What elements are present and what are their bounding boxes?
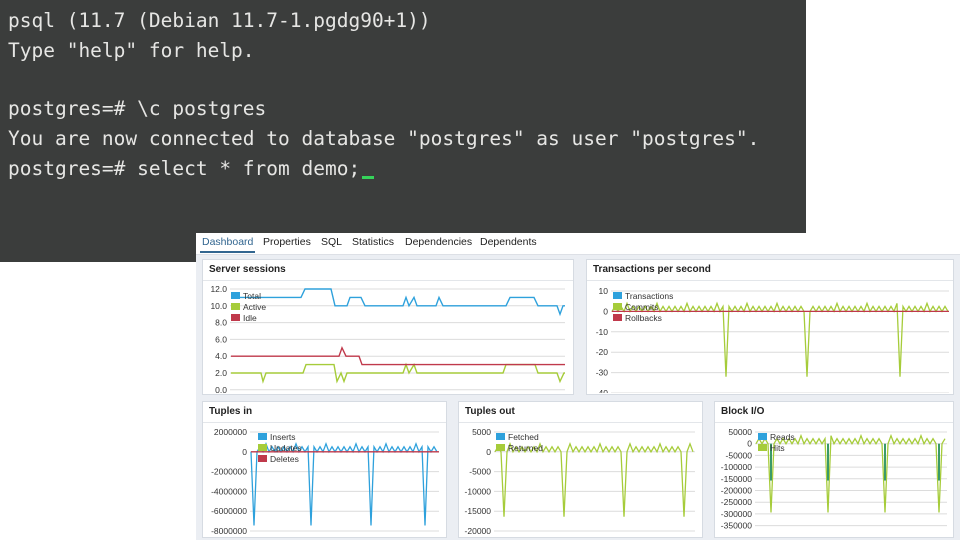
series-primary-line (494, 441, 694, 517)
chart-canvas: 2000000 0 -2000000 -4000000 -6000000 -8000000… (211, 427, 439, 536)
legend-swatch (758, 433, 767, 440)
y-tick-label: 10.0 (210, 301, 227, 311)
y-tick-label: 6.0 (215, 334, 227, 344)
transactions-per-second-card: Transactions per second 10 0 -10 -20 -30 -40 T… (586, 259, 954, 395)
y-tick-label: 12.0 (210, 284, 227, 294)
series-total-line (231, 288, 565, 317)
terminal-line-version: psql (11.7 (Debian 11.7-1.pgdg90+1)) (8, 9, 431, 32)
legend-swatch (231, 314, 240, 321)
legend-label: Reads (770, 432, 795, 442)
y-tick-label: 2000000 (214, 427, 247, 437)
y-tick-label: -20000 (465, 526, 492, 536)
card-title: Block I/O (721, 406, 765, 417)
legend-swatch (231, 303, 240, 310)
legend-label: Idle (243, 313, 257, 323)
terminal-line-help: Type "help" for help. (8, 39, 255, 62)
tab-bar: Dashboard Properties SQL Statistics Depe… (196, 233, 960, 255)
terminal-line-connect-command: postgres=# \c postgres (8, 97, 267, 120)
block-io-card: Block I/O 50000 0 -50000 -100000 -150000 -200… (714, 401, 954, 538)
y-tick-label: 50000 (728, 427, 752, 437)
y-tick-label: -250000 (721, 497, 752, 507)
legend-label: Hits (770, 443, 785, 453)
tab-properties[interactable]: Properties (263, 236, 311, 248)
pgadmin-dashboard-panel: Dashboard Properties SQL Statistics Depe… (196, 233, 960, 540)
y-tick-label: -5000 (469, 467, 491, 477)
y-tick-label: 0 (603, 306, 608, 316)
y-tick-label: -10000 (465, 486, 492, 496)
y-tick-label: 8.0 (215, 318, 227, 328)
tab-dashboard[interactable]: Dashboard (199, 236, 256, 253)
legend-swatch (258, 433, 267, 440)
y-tick-label: 2.0 (215, 368, 227, 378)
chart-canvas: 5000 0 -5000 -10000 -15000 -20000 FetchedRetur… (465, 427, 695, 536)
legend-label: Active (243, 302, 266, 312)
server-sessions-card: Server sessions 12.0 10.0 8.0 6.0 4.0 2.0 0.0 T… (202, 259, 574, 395)
card-title: Tuples out (465, 406, 515, 417)
series-primary-line (611, 301, 949, 377)
psql-terminal[interactable]: psql (11.7 (Debian 11.7-1.pgdg90+1)) Typ… (0, 0, 806, 262)
card-title: Transactions per second (593, 264, 711, 275)
y-tick-label: 10 (599, 286, 609, 296)
legend-label: Updates (270, 443, 302, 453)
card-title: Server sessions (209, 264, 286, 275)
y-tick-label: -350000 (721, 521, 752, 531)
y-tick-label: -4000000 (211, 486, 247, 496)
y-tick-label: -20 (596, 347, 609, 357)
legend-label: Total (243, 291, 261, 301)
y-tick-label: 5000 (472, 427, 491, 437)
tuples-in-card: Tuples in 2000000 0 -2000000 -4000000 -60000… (202, 401, 447, 538)
legend-label: Transactions (625, 291, 673, 301)
y-tick-label: -2000000 (211, 467, 247, 477)
y-tick-label: -300000 (721, 509, 752, 519)
legend-label: Deletes (270, 454, 299, 464)
y-tick-label: -40 (596, 388, 609, 393)
legend-swatch (496, 444, 505, 451)
y-tick-label: 0 (486, 447, 491, 457)
y-tick-label: 0.0 (215, 385, 227, 393)
tuples-out-card: Tuples out 5000 0 -5000 -10000 -15000 -20000 F… (458, 401, 703, 538)
legend-swatch (613, 303, 622, 310)
tab-dependents[interactable]: Dependents (480, 236, 537, 248)
y-tick-label: -15000 (465, 506, 492, 516)
legend-swatch (258, 455, 267, 462)
legend-swatch (231, 292, 240, 299)
y-tick-label: 0 (747, 439, 752, 449)
y-tick-label: -150000 (721, 474, 752, 484)
legend-swatch (258, 444, 267, 451)
y-tick-label: -8000000 (211, 526, 247, 536)
terminal-line-connected-message: You are now connected to database "postg… (8, 127, 760, 150)
terminal-command-text: postgres=# select * from demo; (8, 157, 361, 180)
legend-swatch (613, 314, 622, 321)
legend-label: Commits (625, 302, 659, 312)
legend-label: Rollbacks (625, 313, 662, 323)
tab-dependencies[interactable]: Dependencies (405, 236, 472, 248)
legend-swatch (496, 433, 505, 440)
y-tick-label: -10 (596, 327, 609, 337)
tab-statistics[interactable]: Statistics (352, 236, 394, 248)
card-title: Tuples in (209, 406, 253, 417)
legend-swatch (758, 444, 767, 451)
chart-canvas: 50000 0-50000 -100000 -150000 -200000-250000… (721, 427, 947, 531)
y-tick-label: -50000 (726, 450, 753, 460)
legend-label: Returned (508, 443, 543, 453)
chart-canvas: 10 0 -10 -20 -30 -40 TransactionsCommitsRollba… (596, 286, 949, 393)
chart-canvas: 12.0 10.0 8.0 6.0 4.0 2.0 0.0 TotalActiveIdle (210, 284, 565, 393)
legend-swatch (613, 292, 622, 299)
y-tick-label: 4.0 (215, 351, 227, 361)
terminal-cursor (362, 176, 375, 179)
terminal-line-prompt[interactable]: postgres=# select * from demo; (8, 154, 806, 184)
y-tick-label: -200000 (721, 486, 752, 496)
legend-label: Fetched (508, 432, 539, 442)
y-tick-label: -100000 (721, 462, 752, 472)
y-tick-label: -6000000 (211, 506, 247, 516)
y-tick-label: -30 (596, 368, 609, 378)
legend-label: Inserts (270, 432, 296, 442)
tab-sql[interactable]: SQL (321, 236, 342, 248)
y-tick-label: 0 (242, 447, 247, 457)
